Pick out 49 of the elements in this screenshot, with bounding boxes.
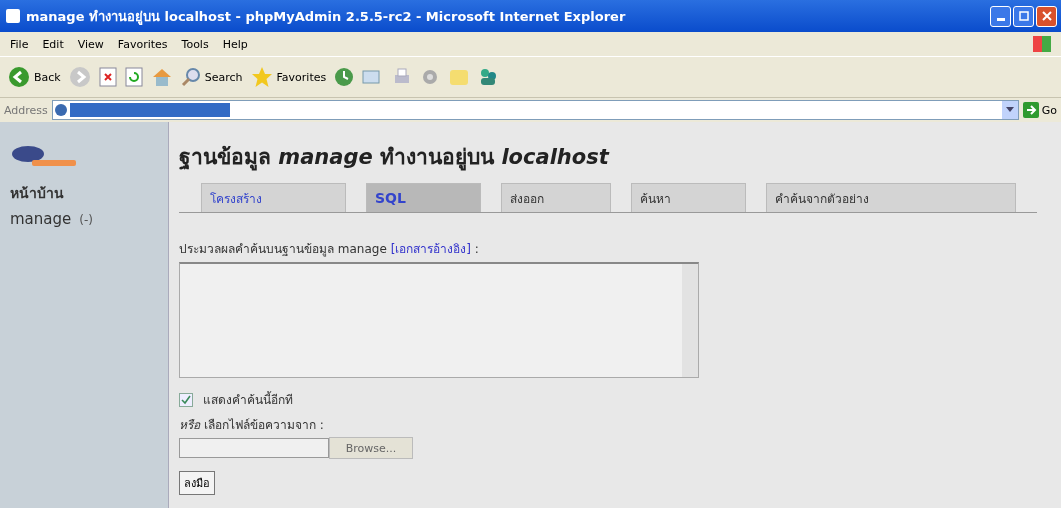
address-label: Address [4, 103, 48, 117]
query-label: ประมวลผลคำค้นบนฐานข้อมูล manage [179, 242, 387, 256]
tab[interactable]: SQL [366, 183, 481, 212]
favorites-button[interactable]: Favorites [250, 66, 327, 88]
arrow-icon [1022, 102, 1039, 118]
database-link[interactable]: manage [10, 210, 72, 228]
file-label: หรือ เลือกไฟล์ข้อความจาก : [179, 417, 324, 434]
history-icon[interactable] [334, 67, 355, 87]
file-path-field[interactable] [179, 438, 329, 458]
menu-item[interactable]: File [10, 37, 29, 51]
forward-button[interactable] [68, 66, 91, 88]
browser-icon [6, 9, 20, 23]
documentation-link[interactable]: [เอกสารอ้างอิง] [390, 242, 472, 256]
browse-button[interactable]: Browse... [329, 437, 413, 459]
search-button[interactable]: Search [180, 67, 243, 87]
maximize-button[interactable] [1013, 5, 1034, 27]
scrollbar[interactable] [682, 264, 698, 377]
go-button[interactable]: Go [1022, 102, 1057, 118]
tab[interactable]: คำค้นจากตัวอย่าง [766, 183, 1016, 212]
tab[interactable]: ส่งออก [501, 183, 611, 212]
minimize-button[interactable] [990, 5, 1011, 27]
stop-icon[interactable] [98, 67, 117, 87]
home-link[interactable]: หน้าบ้าน [10, 182, 168, 204]
star-icon [250, 66, 273, 88]
menu-item[interactable]: Favorites [117, 37, 168, 51]
show-query-label: แสดงคำค้นนี้อีกที [203, 390, 293, 409]
people-icon[interactable] [478, 67, 499, 87]
tab[interactable]: โครงสร้าง [201, 183, 346, 212]
address-field[interactable] [51, 100, 1019, 120]
colon-text: : [474, 242, 479, 256]
page-heading: ฐานข้อมูล manage ทำงานอยู่บน localhost [179, 144, 609, 173]
submit-button[interactable]: ลงมือ [179, 471, 215, 495]
menu-item[interactable]: View [77, 37, 104, 51]
maximize-icon [1018, 11, 1029, 21]
minimize-icon [996, 17, 1005, 21]
checkbox[interactable] [179, 392, 193, 407]
tab[interactable]: ค้นหา [631, 183, 746, 212]
close-icon [1041, 11, 1052, 21]
menu-item[interactable]: Tools [181, 37, 209, 51]
refresh-icon[interactable] [124, 67, 143, 87]
page-icon [54, 104, 67, 116]
sql-textarea[interactable] [179, 262, 699, 378]
back-button[interactable]: Back [8, 66, 61, 88]
table-count: (-) [79, 213, 93, 227]
search-icon [180, 67, 201, 87]
close-button[interactable] [1036, 5, 1057, 27]
menu-item[interactable]: Edit [42, 37, 64, 51]
window-title: manage ทำงานอยู่บน localhost - phpMyAdmin 2.5.5-rc2 - Microsoft Internet Explorer [26, 7, 627, 27]
menu-item[interactable]: Help [222, 37, 248, 51]
